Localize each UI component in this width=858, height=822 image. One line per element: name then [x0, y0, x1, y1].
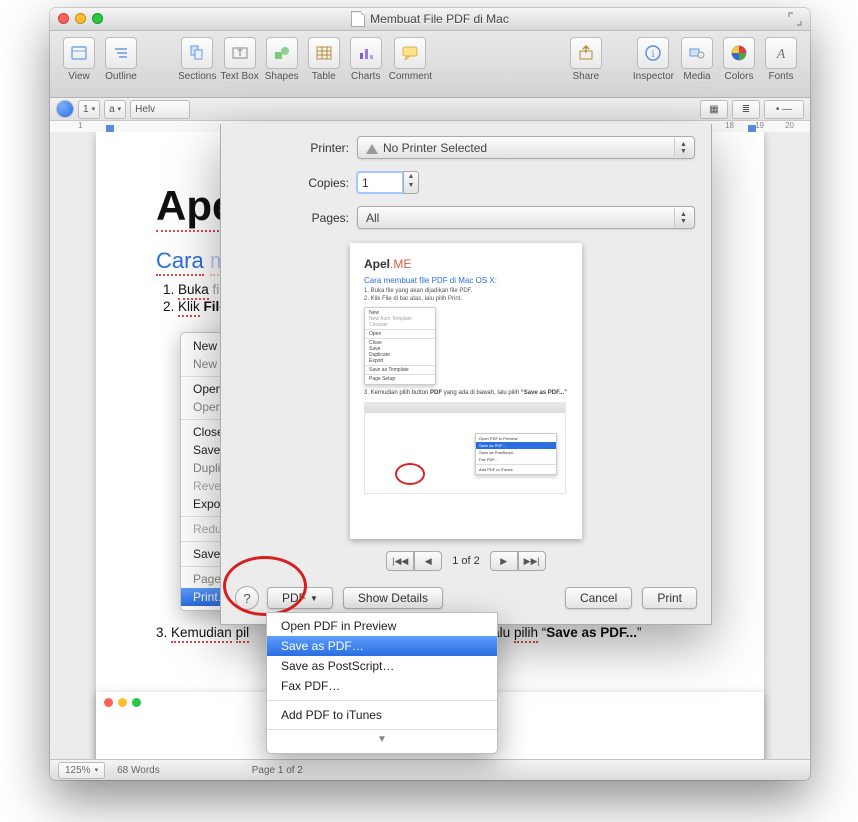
list-button[interactable]: • —	[764, 100, 804, 119]
preview-mini-menu: New New from Template Chooser Open Close…	[364, 307, 436, 385]
next-page-button[interactable]: ▶	[490, 551, 518, 571]
toolbar-media[interactable]: Media	[678, 37, 716, 82]
shapes-icon	[266, 37, 298, 69]
printer-selector[interactable]: No Printer Selected ▲▼	[357, 136, 695, 159]
help-button[interactable]: ?	[235, 586, 259, 610]
svg-text:A: A	[776, 47, 786, 62]
window-title: Membuat File PDF di Mac	[351, 11, 509, 27]
menu-fax-pdf[interactable]: Fax PDF…	[267, 676, 497, 696]
document-icon	[351, 11, 365, 27]
print-dialog: Printer: No Printer Selected ▲▼ Copies: …	[220, 124, 712, 625]
preview-nav-back: |◀◀ ◀	[386, 551, 442, 571]
page-indicator: Page 1 of 2	[252, 765, 303, 776]
colors-icon	[723, 37, 755, 69]
last-page-button[interactable]: ▶▶|	[518, 551, 546, 571]
menu-separator	[267, 729, 497, 730]
print-preview: Apel.ME Cara membuat file PDF di Mac OS …	[350, 243, 582, 539]
titlebar: Membuat File PDF di Mac	[50, 8, 810, 31]
menu-more-indicator[interactable]: ▼	[267, 734, 497, 745]
fullscreen-icon[interactable]	[788, 12, 802, 26]
warning-icon	[366, 144, 378, 154]
menu-add-pdf-itunes[interactable]: Add PDF to iTunes	[267, 705, 497, 725]
comment-icon	[394, 37, 426, 69]
minimize-window-button[interactable]	[75, 13, 86, 24]
copies-label: Copies:	[237, 176, 357, 190]
fonts-icon: A	[765, 37, 797, 69]
line-spacing-selector[interactable]: 1 ▾	[78, 100, 100, 119]
menu-separator	[267, 700, 497, 701]
updown-arrows-icon: ▲▼	[674, 138, 692, 157]
close-window-button[interactable]	[58, 13, 69, 24]
toolbar-view[interactable]: View	[60, 37, 98, 82]
zoom-selector[interactable]: 125%▾	[58, 762, 105, 779]
font-family-selector[interactable]: Helv	[130, 100, 190, 119]
preview-red-circle	[395, 463, 425, 485]
preview-nav-fwd: ▶ ▶▶|	[490, 551, 546, 571]
window-controls	[58, 13, 103, 24]
outline-icon	[105, 37, 137, 69]
menu-save-as-pdf[interactable]: Save as PDF…	[267, 636, 497, 656]
media-icon	[681, 37, 713, 69]
first-page-button[interactable]: |◀◀	[386, 551, 414, 571]
page-of-label: 1 of 2	[452, 555, 480, 567]
printer-label: Printer:	[237, 141, 357, 155]
line-spacing-button[interactable]: ≣	[732, 100, 760, 119]
toolbar-shapes[interactable]: Shapes	[263, 37, 301, 82]
status-bar: 125%▾ 68 Words Page 1 of 2	[50, 759, 810, 780]
toolbar-sections[interactable]: Sections	[178, 37, 216, 82]
pdf-dropdown-menu: Open PDF in Preview Save as PDF… Save as…	[266, 612, 498, 754]
copies-stepper[interactable]: ▲▼	[403, 171, 419, 194]
pages-selector[interactable]: All ▲▼	[357, 206, 695, 229]
copies-input[interactable]	[357, 172, 403, 193]
pages-label: Pages:	[237, 211, 357, 225]
styles-drawer-toggle[interactable]	[56, 100, 74, 118]
menu-save-as-postscript[interactable]: Save as PostScript…	[267, 656, 497, 676]
cancel-button[interactable]: Cancel	[565, 587, 632, 609]
zoom-window-button[interactable]	[92, 13, 103, 24]
share-icon	[570, 37, 602, 69]
word-count: 68 Words	[117, 765, 160, 776]
toolbar-textbox[interactable]: T Text Box	[220, 37, 258, 82]
show-details-button[interactable]: Show Details	[343, 587, 443, 609]
menu-open-pdf-preview[interactable]: Open PDF in Preview	[267, 616, 497, 636]
list-style-selector[interactable]: a ▾	[104, 100, 126, 119]
doc-page2-window-dots	[104, 698, 141, 707]
pdf-dropdown-button[interactable]: PDF▼	[267, 587, 333, 609]
textbox-icon: T	[224, 37, 256, 69]
columns-button[interactable]: ▦	[700, 100, 728, 119]
toolbar-outline[interactable]: Outline	[102, 37, 140, 82]
svg-text:T: T	[237, 48, 243, 58]
toolbar-fonts[interactable]: A Fonts	[762, 37, 800, 82]
updown-arrows-icon: ▲▼	[674, 208, 692, 227]
toolbar-comment[interactable]: Comment	[389, 37, 432, 82]
preview-nav: |◀◀ ◀ 1 of 2 ▶ ▶▶|	[350, 551, 582, 571]
view-icon	[63, 37, 95, 69]
preview-inner-screenshot: Open PDF in Preview Save as PDF… Save as…	[364, 402, 566, 494]
app-window: Membuat File PDF di Mac View Outline Sec…	[50, 8, 810, 780]
inspector-icon: i	[637, 37, 669, 69]
toolbar-charts[interactable]: Charts	[347, 37, 385, 82]
charts-icon	[350, 37, 382, 69]
window-title-text: Membuat File PDF di Mac	[370, 12, 509, 26]
format-bar: 1 ▾ a ▾ Helv ▦ ≣ • —	[50, 98, 810, 121]
toolbar: View Outline Sections T Text Box Shapes …	[50, 31, 810, 98]
toolbar-table[interactable]: Table	[305, 37, 343, 82]
toolbar-inspector[interactable]: i Inspector	[633, 37, 674, 82]
svg-text:i: i	[652, 49, 655, 60]
chevron-down-icon: ▼	[310, 594, 318, 603]
toolbar-share[interactable]: Share	[567, 37, 605, 82]
print-dialog-actions: ? PDF▼ Show Details Cancel Print	[235, 586, 697, 610]
print-button[interactable]: Print	[642, 587, 697, 609]
toolbar-colors[interactable]: Colors	[720, 37, 758, 82]
format-bar-right: ▦ ≣ • —	[700, 100, 804, 119]
prev-page-button[interactable]: ◀	[414, 551, 442, 571]
table-icon	[308, 37, 340, 69]
sections-icon	[181, 37, 213, 69]
